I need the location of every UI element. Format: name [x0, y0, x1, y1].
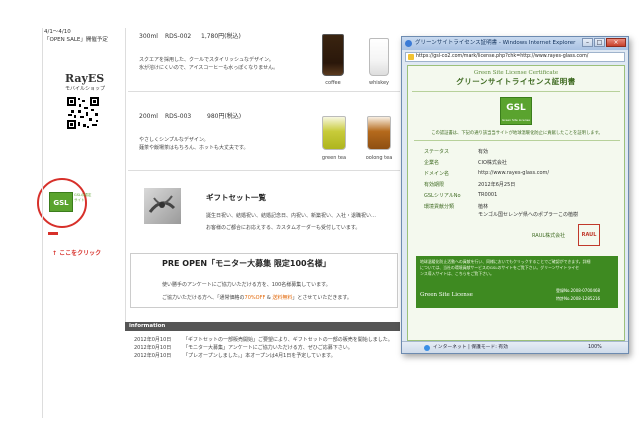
product1-size: 300ml: [139, 33, 158, 40]
certificate-header: Green Site License Certificate グリーンサイトライ…: [412, 70, 620, 92]
cert-title-jp: グリーンサイトライセンス証明書: [456, 77, 576, 86]
green-footer-title: Green Site License: [420, 292, 473, 298]
info-date-3: 2012年0月10日: [134, 353, 172, 359]
product1-price: 1,780円(税込): [201, 33, 241, 40]
info-date-1: 2012年0月10日: [134, 337, 172, 343]
green-text-3[interactable]: ンス導入サイトは、こちらをご覧下さい。: [420, 271, 494, 277]
product1-desc1: スクエアを採用した、クールでスタイリッシュなデザイン。: [139, 57, 274, 63]
row-value-status: 有効: [478, 149, 489, 155]
product2-price: 980円(税込): [207, 113, 242, 120]
row-value-expiry: 2012年6月25日: [478, 182, 516, 188]
product2-desc1: やさしくシンプルなデザイン。: [139, 137, 209, 143]
gsl-logo-text: GSL: [506, 103, 526, 113]
oolong-tea-glass-image: [367, 116, 391, 150]
coffee-caption: coffee: [325, 80, 341, 86]
shop-sub-label: モバイルショップ: [65, 86, 106, 92]
shop-logo[interactable]: RayES: [65, 72, 104, 85]
close-button[interactable]: ×: [606, 38, 626, 47]
green-info-box: 地球温暖化防止活動への貢献を行い、同様においてもクリックすることでご確認ができま…: [416, 256, 618, 308]
sale-notice: 「OPEN SALE」開催予定: [44, 37, 108, 43]
product-separator: [128, 170, 400, 171]
preopen-discount: 70%OFF: [244, 295, 266, 301]
window-title: グリーンサイトライセンス証明書 - Windows Internet Explo…: [415, 40, 576, 46]
row-label-category: 環境貢献分類: [424, 204, 455, 210]
row-label-serial: GSLシリアルNo: [424, 193, 461, 199]
page-left-border: [42, 28, 43, 418]
gsl-logo-sub: Green Site License: [501, 118, 531, 122]
status-zone: インターネット | 保護モード: 有効: [433, 345, 508, 350]
window-titlebar[interactable]: グリーンサイトライセンス証明書 - Windows Internet Explo…: [402, 37, 628, 50]
info-text-1[interactable]: 「ギフトセットの一部販売開始」ご要望により、ギフトセットの一部の販売を開始しまし…: [183, 336, 393, 344]
information-header: information: [129, 323, 166, 329]
gsl-badge[interactable]: GSL: [49, 192, 73, 212]
info-date-2: 2012年0月10日: [134, 345, 172, 351]
gift-desc1: 誕生日祝い、結婚祝い、結婚記念日、内祝い、新築祝い、入社・退職祝い…: [206, 213, 377, 219]
preopen-title: PRE OPEN「モニター大募集 限定100名様」: [162, 259, 331, 268]
row-label-domain: ドメイン名: [424, 171, 450, 177]
product2-size: 200ml: [139, 113, 158, 120]
certificate-panel: Green Site License Certificate グリーンサイトライ…: [407, 65, 625, 341]
information-header-bar: [125, 322, 400, 331]
red-tag: [48, 232, 58, 235]
whiskey-glass-image: [369, 38, 389, 76]
whiskey-caption: whiskey: [368, 80, 389, 86]
row-label-company: 企業名: [424, 160, 440, 166]
gsl-badge-side-text: GSLの認定サイト: [74, 193, 92, 202]
row-value-domain[interactable]: http://www.rayes-glass.com/: [478, 170, 549, 176]
product2-code: RDS-003: [165, 113, 192, 120]
patent-no: 特許No.2008-1285216: [556, 296, 601, 301]
zoom-level[interactable]: 100%: [588, 343, 602, 353]
preopen-line2-a: ご協力いただける方へ、「通常価格の: [162, 295, 245, 301]
ie-popup-window: グリーンサイトライセンス証明書 - Windows Internet Explo…: [401, 36, 629, 354]
issuer-name: RAUL株式会社: [532, 233, 566, 239]
row-label-expiry: 有効期限: [424, 182, 445, 188]
qr-code: [66, 96, 100, 130]
address-bar[interactable]: https://gsl-co2.com/mark/license.php?chk…: [405, 52, 625, 62]
product1-code: RDS-002: [165, 33, 192, 40]
row-value-category-detail: モンゴル国セレンゲ県へのポプラーこの植樹: [478, 212, 579, 218]
product1-desc2: 氷が溶けにくいので、アイスコーヒーも水っぽくなりません。: [139, 65, 279, 71]
gsl-logo: GSL Green Site License: [500, 97, 532, 125]
row-value-category: 植林: [478, 204, 489, 210]
sidebar-divider: [125, 28, 126, 328]
maximize-button[interactable]: □: [594, 38, 605, 47]
product-separator: [128, 91, 400, 92]
green-tea-caption: green tea: [321, 155, 347, 161]
row-value-company: CIO株式会社: [478, 160, 507, 166]
preopen-line1: 使い勝手のアンケートにご協力いただける方を、100名様募集しています。: [162, 282, 331, 288]
minimize-button[interactable]: –: [582, 38, 593, 47]
lock-icon: [408, 54, 414, 60]
gift-ribbon-image: [144, 188, 181, 224]
preopen-free-shipping: 送料無料: [272, 295, 293, 301]
preopen-line2-e: 」とさせていただきます。: [292, 295, 352, 301]
info-text-3[interactable]: 「プレオープンしました。」本オープンは4月1日を予定しています。: [183, 352, 336, 360]
address-url: https://gsl-co2.com/mark/license.php?chk…: [416, 54, 589, 59]
raul-seal: RAUL: [578, 224, 600, 246]
oolong-tea-caption: oolong tea: [365, 155, 393, 161]
info-text-2[interactable]: 「モニター大募集」アンケートにご協力いただける方、ぜひご応募下さい。: [183, 344, 353, 352]
coffee-glass-image: [322, 34, 344, 76]
cert-intro: この認証書は、下記の通り該当当サイトが地球温暖化防止に貢献したことを証明します。: [431, 131, 603, 136]
gift-desc2: お客様のご都合にお応えする、カスタムオーダーも受付しています。: [206, 225, 361, 231]
registration-no: 登録No.2008-0700468: [556, 288, 601, 293]
green-tea-glass-image: [322, 116, 346, 150]
status-bar: インターネット | 保護モード: 有効 100%: [402, 341, 628, 353]
ie-logo-icon: [405, 40, 412, 47]
cert-divider: [414, 140, 620, 141]
globe-icon: [424, 345, 430, 351]
preopen-line2: ご協力いただける方へ、「通常価格の70%OFF & 送料無料」とさせていただきま…: [162, 294, 352, 302]
row-value-serial: TR0001: [478, 192, 498, 198]
click-here-label: ↑ ここをクリック: [52, 250, 102, 257]
product2-desc2: 麺茶や飯場茶はもちろん、ホットも大丈夫です。: [139, 145, 249, 151]
row-label-status: ステータス: [424, 149, 450, 155]
gift-title: ギフトセット一覧: [206, 193, 266, 202]
